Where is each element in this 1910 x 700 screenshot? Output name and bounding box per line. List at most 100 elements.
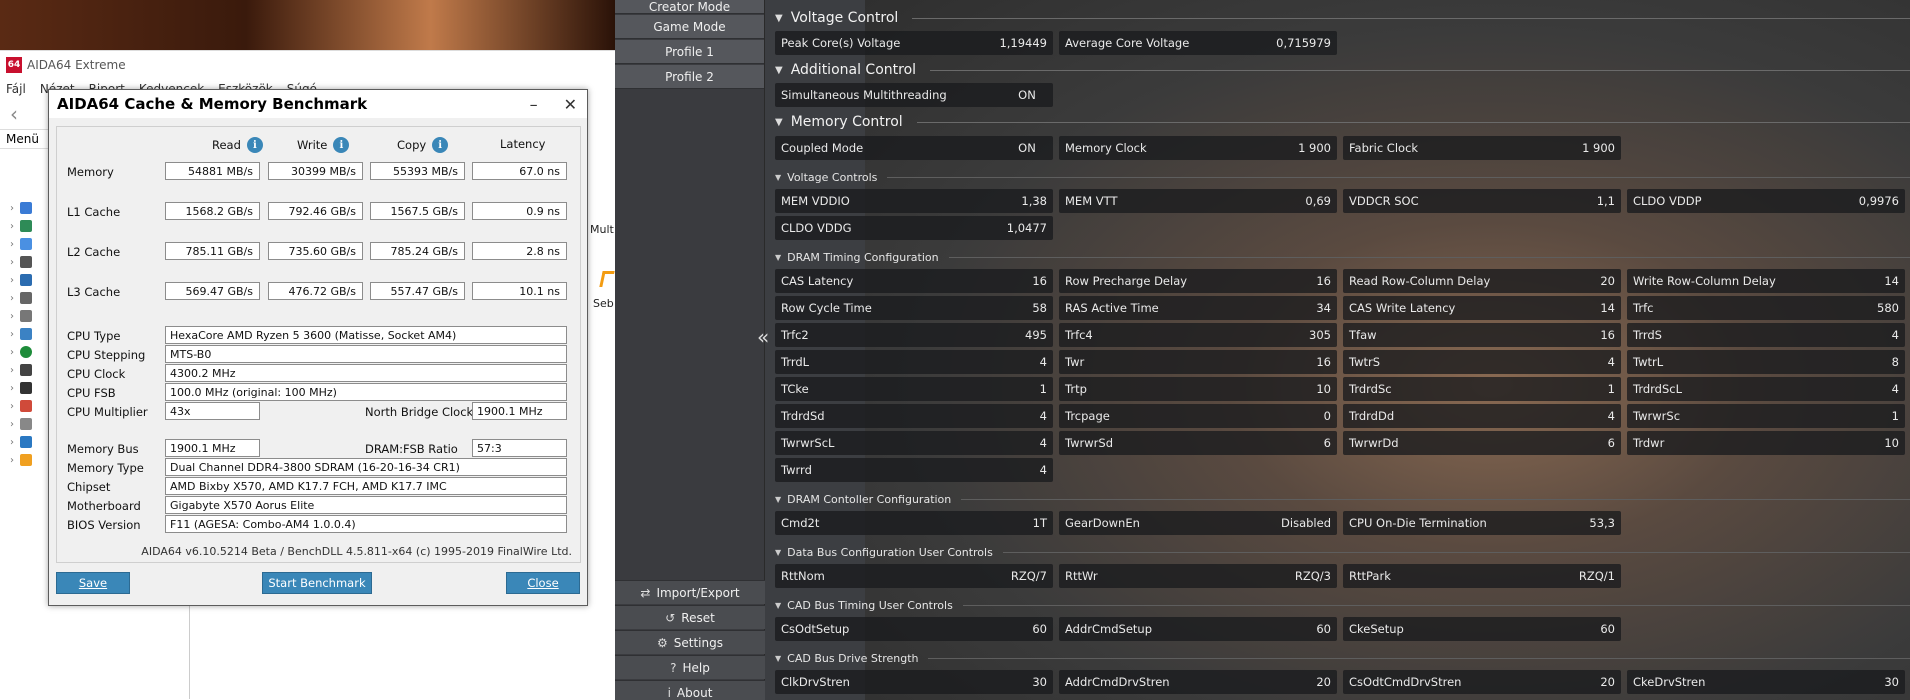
- setting-label: Row Cycle Time: [781, 301, 872, 315]
- setting-label: TwtrS: [1349, 355, 1381, 369]
- profile-creator-mode[interactable]: Creator Mode: [615, 0, 764, 14]
- dram-timing-setting: TwrwrScL 4: [775, 431, 1053, 455]
- main-titlebar: 64 AIDA64 Extreme: [0, 51, 615, 79]
- subsection-cad-timing[interactable]: ▼ CAD Bus Timing User Controls: [775, 597, 1910, 613]
- section-additional-control[interactable]: ▼ Additional Control: [775, 60, 1910, 80]
- reset-button[interactable]: ↺ Reset: [615, 605, 765, 629]
- desktop: 64 AIDA64 Extreme Fájl Nézet Riport Kedv…: [0, 0, 1910, 700]
- subsection-title: DRAM Timing Configuration: [787, 250, 939, 264]
- l1-copy-value: 1567.5 GB/s: [370, 202, 465, 220]
- collapse-sidebar-icon[interactable]: «: [757, 325, 769, 349]
- section-title: Additional Control: [790, 62, 917, 78]
- setting-label: Trfc2: [781, 328, 809, 342]
- cad-timing-setting: CkeSetup 60: [1343, 617, 1621, 641]
- subsection-dram-timing[interactable]: ▼ DRAM Timing Configuration: [775, 249, 1910, 265]
- network-icon: [20, 328, 32, 340]
- cad-timing-setting: CsOdtSetup 60: [775, 617, 1053, 641]
- info-icon[interactable]: i: [246, 137, 263, 153]
- setting-value: RZQ/7: [1010, 569, 1047, 583]
- cpu-fsb-value: 100.0 MHz (original: 100 MHz): [165, 383, 567, 401]
- chevron-right-icon: ›: [10, 292, 14, 304]
- cpu-stepping-label: CPU Stepping: [67, 348, 146, 362]
- chevron-right-icon: ›: [10, 454, 14, 466]
- cad-drive-setting: CkeDrvStren 30: [1627, 670, 1905, 694]
- setting-value: 0: [1323, 409, 1331, 423]
- bios-version-value: F11 (AGESA: Combo-AM4 1.0.0.4): [165, 515, 567, 533]
- menu-item-file[interactable]: Fájl: [6, 82, 26, 96]
- l1-write-value: 792.46 GB/s: [268, 202, 363, 220]
- info-icon[interactable]: i: [333, 137, 350, 153]
- chevron-right-icon: ›: [10, 310, 14, 322]
- aida64-logo-icon: 64: [6, 57, 22, 73]
- database-icon: [20, 436, 32, 448]
- save-button[interactable]: Save: [56, 572, 130, 594]
- setting-label: AddrCmdDrvStren: [1065, 675, 1170, 689]
- dram-timing-setting: TwrwrSd 6: [1059, 431, 1337, 455]
- setting-value: 4: [1039, 463, 1047, 477]
- dram-timing-setting: TwtrL 8: [1627, 350, 1905, 374]
- divider: [916, 121, 1910, 123]
- setting-label: Row Precharge Delay: [1065, 274, 1188, 288]
- section-memory-control[interactable]: ▼ Memory Control: [775, 112, 1910, 132]
- setting-label: TwrwrSd: [1065, 436, 1113, 450]
- chevron-right-icon: ›: [10, 346, 14, 358]
- config-icon: [20, 418, 32, 430]
- setting-memory-clock: Memory Clock 1 900: [1059, 136, 1337, 160]
- section-voltage-control[interactable]: ▼ Voltage Control: [775, 8, 1910, 28]
- profile-2[interactable]: Profile 2: [615, 65, 764, 89]
- setting-label: CAS Write Latency: [1349, 301, 1456, 315]
- setting-value: ON: [1018, 88, 1036, 102]
- setting-value: 1: [1039, 382, 1047, 396]
- subsection-dram-controller[interactable]: ▼ DRAM Contoller Configuration: [775, 491, 1910, 507]
- help-button[interactable]: ? Help: [615, 655, 765, 679]
- l3-copy-value: 557.47 GB/s: [370, 282, 465, 300]
- setting-value: 16: [1316, 274, 1331, 288]
- chevron-down-icon: ▼: [775, 494, 782, 504]
- close-icon[interactable]: ✕: [564, 95, 577, 114]
- help-icon: ?: [670, 660, 677, 675]
- close-button[interactable]: Close: [506, 572, 580, 594]
- minimize-icon[interactable]: –: [530, 95, 538, 114]
- subsection-cad-drive[interactable]: ▼ CAD Bus Drive Strength: [775, 650, 1910, 666]
- memory-bus-label: Memory Bus: [67, 442, 139, 456]
- setting-value: 1,19449: [999, 36, 1047, 50]
- voltage-setting: CLDO VDDP 0,9976: [1627, 189, 1905, 213]
- dram-controller-setting: Cmd2t 1T: [775, 511, 1053, 535]
- dram-timing-setting: TrrdL 4: [775, 350, 1053, 374]
- cpu-multiplier-label: CPU Multiplier: [67, 405, 148, 419]
- voltage-setting: CLDO VDDG 1,0477: [775, 216, 1053, 240]
- dram-timing-setting: TwtrS 4: [1343, 350, 1621, 374]
- setting-value: 60: [1600, 622, 1615, 636]
- cpu-fsb-label: CPU FSB: [67, 386, 116, 400]
- profile-game-mode[interactable]: Game Mode: [615, 15, 764, 39]
- setting-label: TCke: [781, 382, 809, 396]
- settings-button[interactable]: ⚙ Settings: [615, 630, 765, 654]
- subsection-title: CAD Bus Timing User Controls: [787, 598, 953, 612]
- subsection-data-bus[interactable]: ▼ Data Bus Configuration User Controls: [775, 544, 1910, 560]
- data-bus-setting: RttPark RZQ/1: [1343, 564, 1621, 588]
- display-icon: [20, 274, 32, 286]
- dram-timing-setting: RAS Active Time 34: [1059, 296, 1337, 320]
- info-icon[interactable]: i: [432, 137, 449, 153]
- chevron-right-icon: ›: [10, 364, 14, 376]
- chevron-down-icon: ▼: [775, 64, 783, 76]
- about-button[interactable]: i About: [615, 680, 765, 700]
- setting-value: 16: [1032, 274, 1047, 288]
- start-benchmark-button[interactable]: Start Benchmark: [262, 572, 372, 594]
- setting-label: TrdrdScL: [1633, 382, 1683, 396]
- profile-1[interactable]: Profile 1: [615, 40, 764, 64]
- settings-content: ▼ Voltage Control Peak Core(s) Voltage 1,1…: [775, 0, 1910, 700]
- setting-label: VDDCR SOC: [1349, 194, 1419, 208]
- column-header-read: Read i: [212, 137, 263, 153]
- bios-version-label: BIOS Version: [67, 518, 141, 532]
- dram-timing-setting: CAS Write Latency 14: [1343, 296, 1621, 320]
- nb-clock-label: North Bridge Clock: [365, 405, 474, 419]
- dram-timing-setting: Twrrd 4: [775, 458, 1053, 482]
- reset-icon: ↺: [665, 610, 676, 625]
- import-export-button[interactable]: ⇄ Import/Export: [615, 580, 765, 604]
- cpu-stepping-value: MTS-B0: [165, 345, 567, 363]
- info-icon: i: [667, 685, 671, 700]
- back-arrow-icon[interactable]: ‹: [10, 102, 18, 126]
- subsection-voltage-controls[interactable]: ▼ Voltage Controls: [775, 169, 1910, 185]
- setting-value: 0,69: [1305, 194, 1331, 208]
